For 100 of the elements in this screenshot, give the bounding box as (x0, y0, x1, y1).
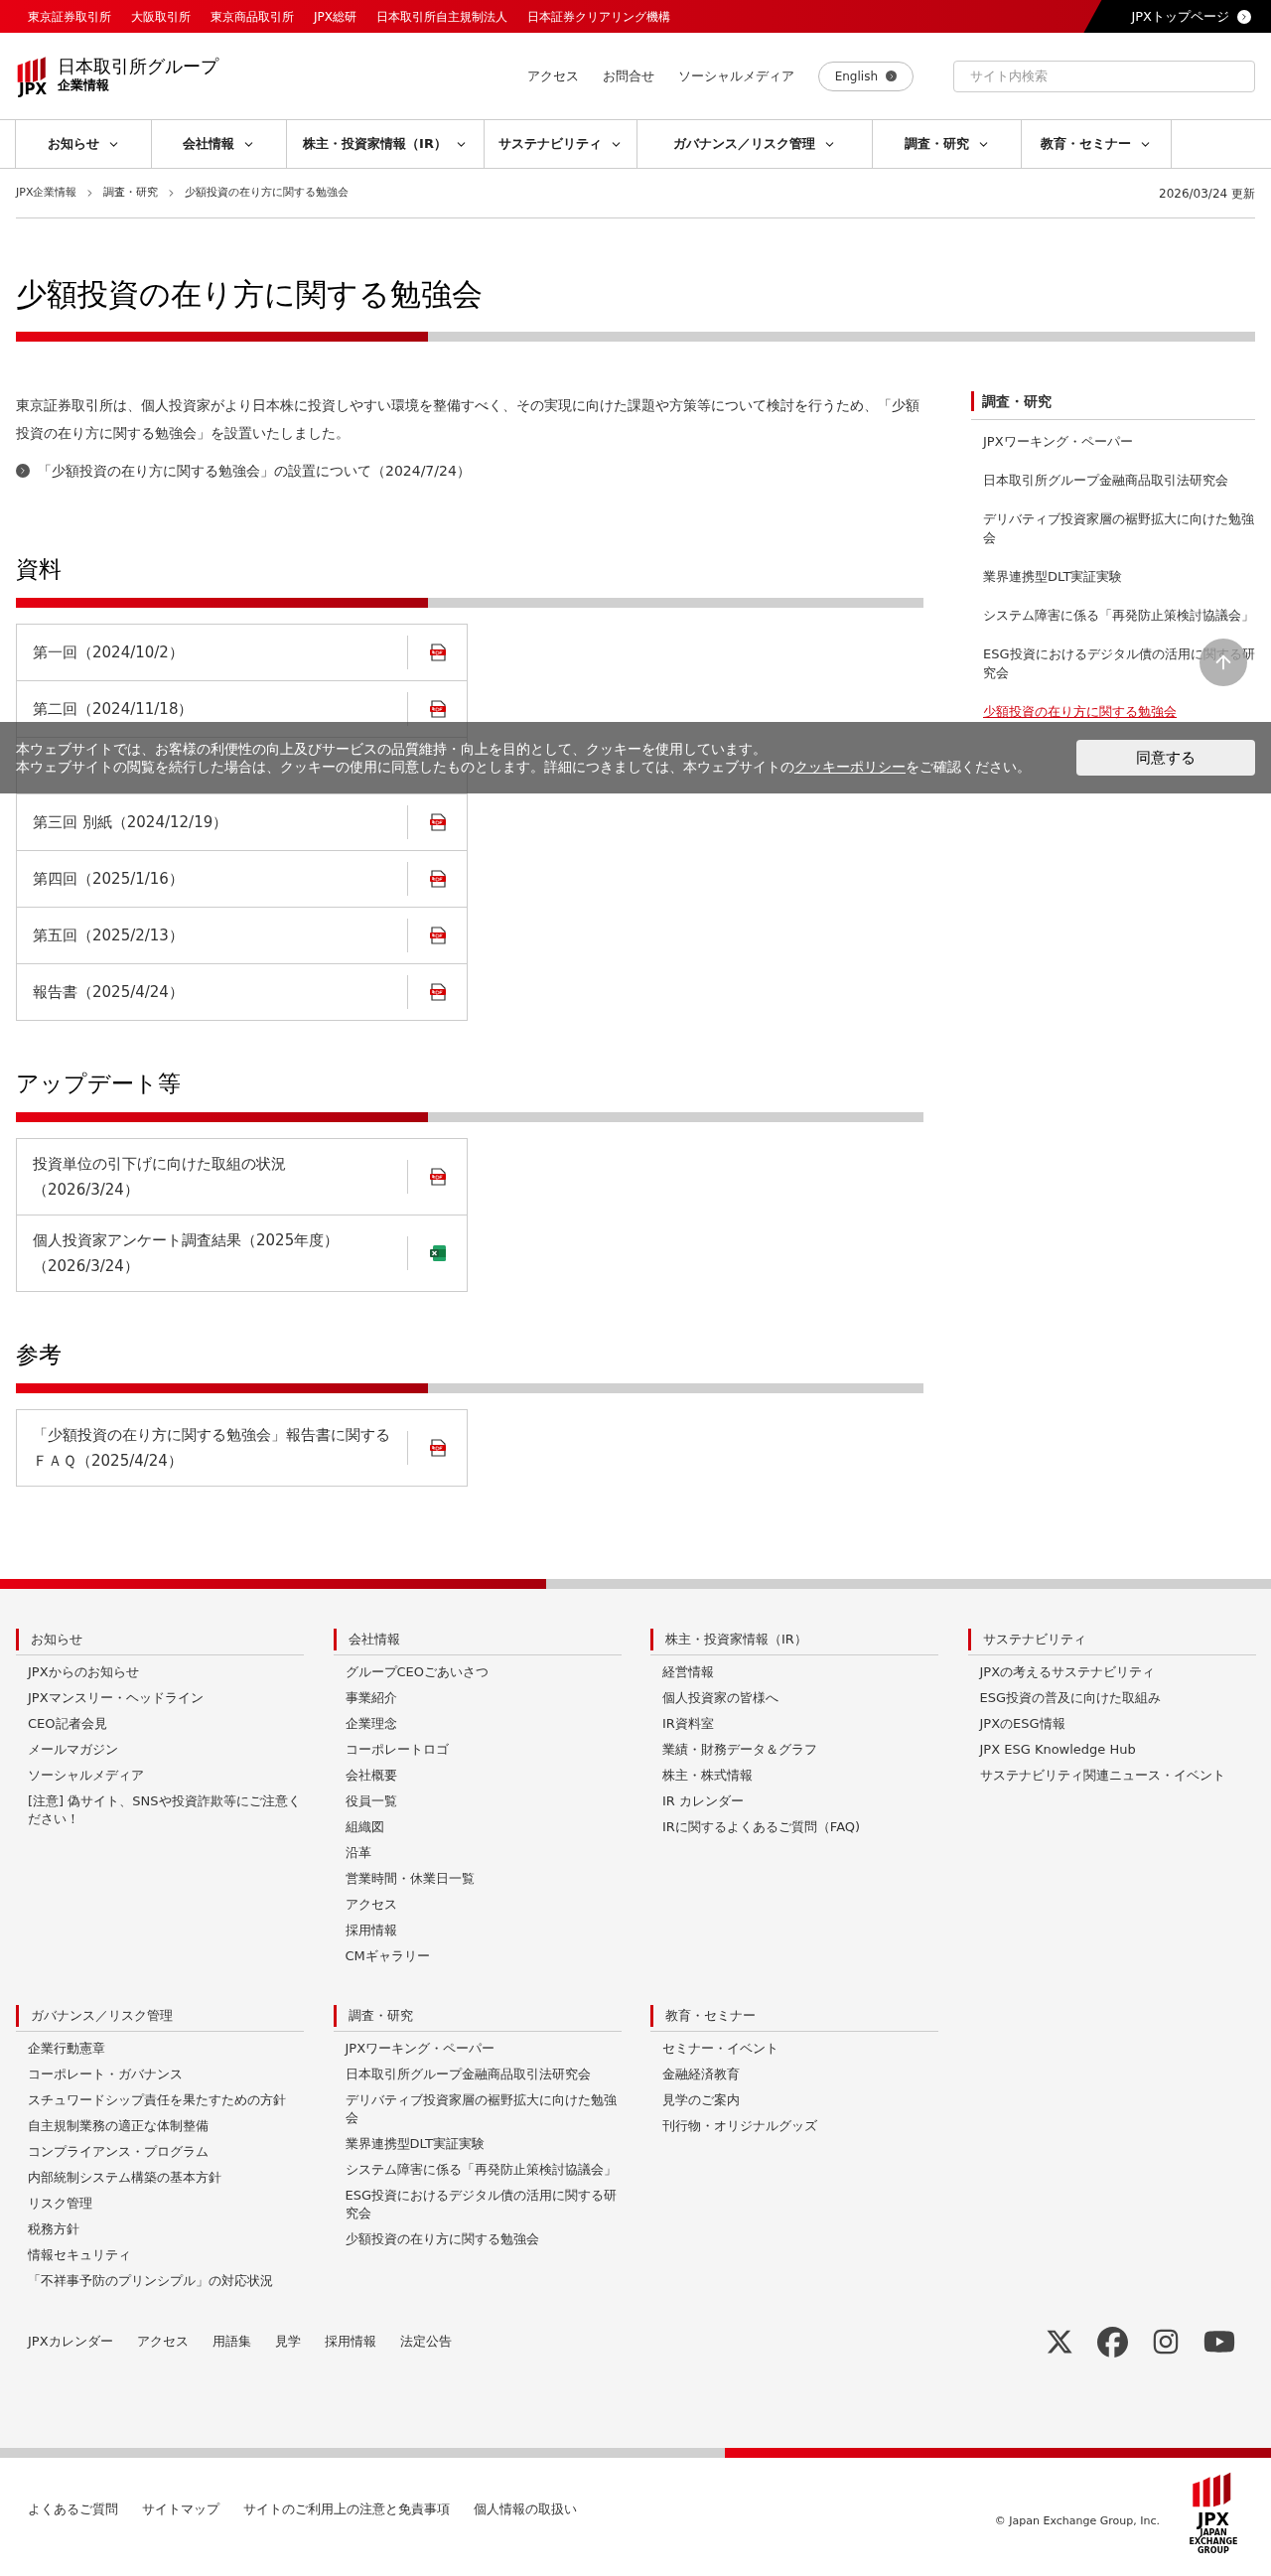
footer-link[interactable]: 経営情報 (662, 1663, 938, 1681)
footer-link[interactable]: JPXワーキング・ペーパー (345, 2040, 622, 2058)
footer-link[interactable]: サステナビリティ関連ニュース・イベント (979, 1767, 1256, 1785)
cookie-policy-link[interactable]: クッキーポリシー (794, 759, 906, 775)
nav-menu-item[interactable]: 教育・セミナー (1022, 120, 1172, 168)
footer-link[interactable]: 日本取引所グループ金融商品取引法研究会 (345, 2066, 622, 2083)
group-site-link[interactable]: 日本取引所自主規制法人 (376, 7, 507, 26)
footer-link[interactable]: 企業行動憲章 (28, 2040, 304, 2058)
footer-link[interactable]: CMギャラリー (345, 1947, 622, 1965)
language-button[interactable]: English (817, 61, 914, 91)
sidebar-link[interactable]: JPXワーキング・ペーパー (983, 432, 1255, 451)
header-link[interactable]: アクセス (526, 66, 579, 86)
footer-link[interactable]: グループCEOごあいさつ (345, 1663, 622, 1681)
footer-link[interactable]: メールマガジン (28, 1741, 304, 1759)
group-site-link[interactable]: 日本証券クリアリング機構 (527, 7, 670, 26)
footer-link[interactable]: スチュワードシップ責任を果たすための方針 (28, 2091, 304, 2109)
footer-link[interactable]: [注意] 偽サイト、SNSや投資詐欺等にご注意ください！ (28, 1792, 304, 1828)
search-field[interactable]: サイト内検索 (953, 60, 1255, 92)
footer-link[interactable]: アクセス (136, 2332, 189, 2352)
facebook-icon[interactable] (1097, 2326, 1128, 2358)
pdf-file-icon (428, 644, 447, 661)
group-site-link[interactable]: 大阪取引所 (131, 7, 191, 26)
header-link[interactable]: ソーシャルメディア (677, 66, 794, 86)
footer-link[interactable]: 金融経済教育 (662, 2066, 938, 2083)
footer-link[interactable]: 業績・財務データ＆グラフ (662, 1741, 938, 1759)
sidebar-link[interactable]: 少額投資の在り方に関する勉強会 (983, 702, 1255, 721)
footer-link[interactable]: リスク管理 (28, 2195, 304, 2213)
footer-link[interactable]: 採用情報 (324, 2332, 376, 2352)
footer-link[interactable]: JPX ESG Knowledge Hub (979, 1741, 1256, 1759)
footer-link[interactable]: 組織図 (345, 1818, 622, 1836)
footer-link[interactable]: ESG投資の普及に向けた取組み (979, 1689, 1256, 1707)
footer-link[interactable]: 内部統制システム構築の基本方針 (28, 2169, 304, 2187)
footer-link[interactable]: 見学 (274, 2332, 301, 2352)
footer-link[interactable]: IRに関するよくあるご質問（FAQ) (662, 1818, 938, 1836)
breadcrumb-link[interactable]: 調査・研究 (103, 185, 159, 202)
legal-link[interactable]: サイトマップ (142, 2500, 219, 2519)
breadcrumb-link[interactable]: JPX企業情報 (16, 185, 77, 202)
footer-link[interactable]: CEO記者会見 (28, 1715, 304, 1733)
top-page-link[interactable]: JPXトップページ (1083, 0, 1271, 33)
breadcrumb-link[interactable]: 少額投資の在り方に関する勉強会 (185, 185, 350, 202)
instagram-icon[interactable] (1152, 2328, 1180, 2356)
footer-link[interactable]: システム障害に係る「再発防止策検討協議会」 (345, 2161, 622, 2179)
group-site-link[interactable]: 東京証券取引所 (28, 7, 111, 26)
footer-link[interactable]: 会社概要 (345, 1767, 622, 1785)
footer-link[interactable]: ESG投資におけるデジタル債の活用に関する研究会 (345, 2187, 622, 2222)
nav-menu-item[interactable]: ガバナンス／リスク管理 (637, 120, 873, 168)
footer-link[interactable]: IR カレンダー (662, 1792, 938, 1810)
footer-link[interactable]: JPXマンスリー・ヘッドライン (28, 1689, 304, 1707)
footer-link[interactable]: JPXのESG情報 (979, 1715, 1256, 1733)
footer-link[interactable]: JPXの考えるサステナビリティ (979, 1663, 1256, 1681)
footer-link[interactable]: 用語集 (212, 2332, 251, 2352)
footer-link[interactable]: IR資料室 (662, 1715, 938, 1733)
logo-text: JPX (18, 81, 48, 97)
footer-link[interactable]: コーポレートロゴ (345, 1741, 622, 1759)
x-social-icon[interactable] (1046, 2328, 1073, 2356)
footer-link[interactable]: 自主規制業務の適正な体制整備 (28, 2117, 304, 2135)
sidebar-link[interactable]: デリバティブ投資家層の裾野拡大に向けた勉強会 (983, 509, 1255, 547)
footer-link[interactable]: 法定公告 (399, 2332, 452, 2352)
cookie-notice-text: 本ウェブサイトの閲覧を続行した場合は、クッキーの使用に同意したものとします。詳細につきましては、本ウェブサイトのクッキーポリシーをご確認ください。 (16, 758, 1032, 776)
nav-menu-item[interactable]: 会社情報 (152, 120, 287, 168)
footer-link[interactable]: JPXカレンダー (28, 2332, 113, 2352)
header-link[interactable]: お問合せ (602, 66, 654, 86)
footer-link[interactable]: セミナー・イベント (662, 2040, 938, 2058)
group-site-link[interactable]: 東京商品取引所 (211, 7, 294, 26)
nav-menu-item[interactable]: 株主・投資家情報（IR） (287, 120, 485, 168)
section-heading: 資料 (16, 555, 63, 584)
footer-link[interactable]: 刊行物・オリジナルグッズ (662, 2117, 938, 2135)
footer-link[interactable]: 見学のご案内 (662, 2091, 938, 2109)
nav-menu-item[interactable]: お知らせ (16, 120, 152, 168)
legal-link[interactable]: よくあるご質問 (28, 2500, 118, 2519)
nav-menu-item[interactable]: 調査・研究 (873, 120, 1022, 168)
nav-menu-item[interactable]: サステナビリティ (485, 120, 637, 168)
sidebar-link[interactable]: システム障害に係る「再発防止策検討協議会」 (983, 606, 1255, 625)
footer-link[interactable]: アクセス (345, 1896, 622, 1914)
footer-link[interactable]: コーポレート・ガバナンス (28, 2066, 304, 2083)
footer-link[interactable]: 事業紹介 (345, 1689, 622, 1707)
agree-button[interactable]: 同意する (1076, 740, 1255, 776)
footer-link[interactable]: 個人投資家の皆様へ (662, 1689, 938, 1707)
footer-link[interactable]: 情報セキュリティ (28, 2246, 304, 2264)
footer-link[interactable]: 営業時間・休業日一覧 (345, 1870, 622, 1888)
footer-link[interactable]: 「不祥事予防のプリンシプル」の対応状況 (28, 2272, 304, 2290)
footer-link[interactable]: ソーシャルメディア (28, 1767, 304, 1785)
sidebar-link[interactable]: 日本取引所グループ金融商品取引法研究会 (983, 471, 1255, 490)
footer-link[interactable]: 企業理念 (345, 1715, 622, 1733)
group-site-link[interactable]: JPX総研 (314, 7, 356, 26)
footer-link[interactable]: デリバティブ投資家層の裾野拡大に向けた勉強会 (345, 2091, 622, 2127)
footer-link[interactable]: 役員一覧 (345, 1792, 622, 1810)
legal-link[interactable]: 個人情報の取扱い (474, 2500, 577, 2519)
footer-link[interactable]: 少額投資の在り方に関する勉強会 (345, 2230, 622, 2248)
site-subtitle: 企業情報 (58, 76, 110, 93)
legal-link[interactable]: サイトのご利用上の注意と免責事項 (243, 2500, 450, 2519)
footer-link[interactable]: 採用情報 (345, 1922, 622, 1939)
footer-link[interactable]: コンプライアンス・プログラム (28, 2143, 304, 2161)
footer-link[interactable]: 業界連携型DLT実証実験 (345, 2135, 622, 2153)
footer-link[interactable]: 税務方針 (28, 2220, 304, 2238)
footer-link[interactable]: 沿革 (345, 1844, 622, 1862)
intro-link[interactable]: 「少額投資の在り方に関する勉強会」の設置について（2024/7/24） (16, 459, 923, 483)
sidebar-link[interactable]: 業界連携型DLT実証実験 (983, 567, 1255, 586)
footer-link[interactable]: 株主・株式情報 (662, 1767, 938, 1785)
footer-link[interactable]: JPXからのお知らせ (28, 1663, 304, 1681)
